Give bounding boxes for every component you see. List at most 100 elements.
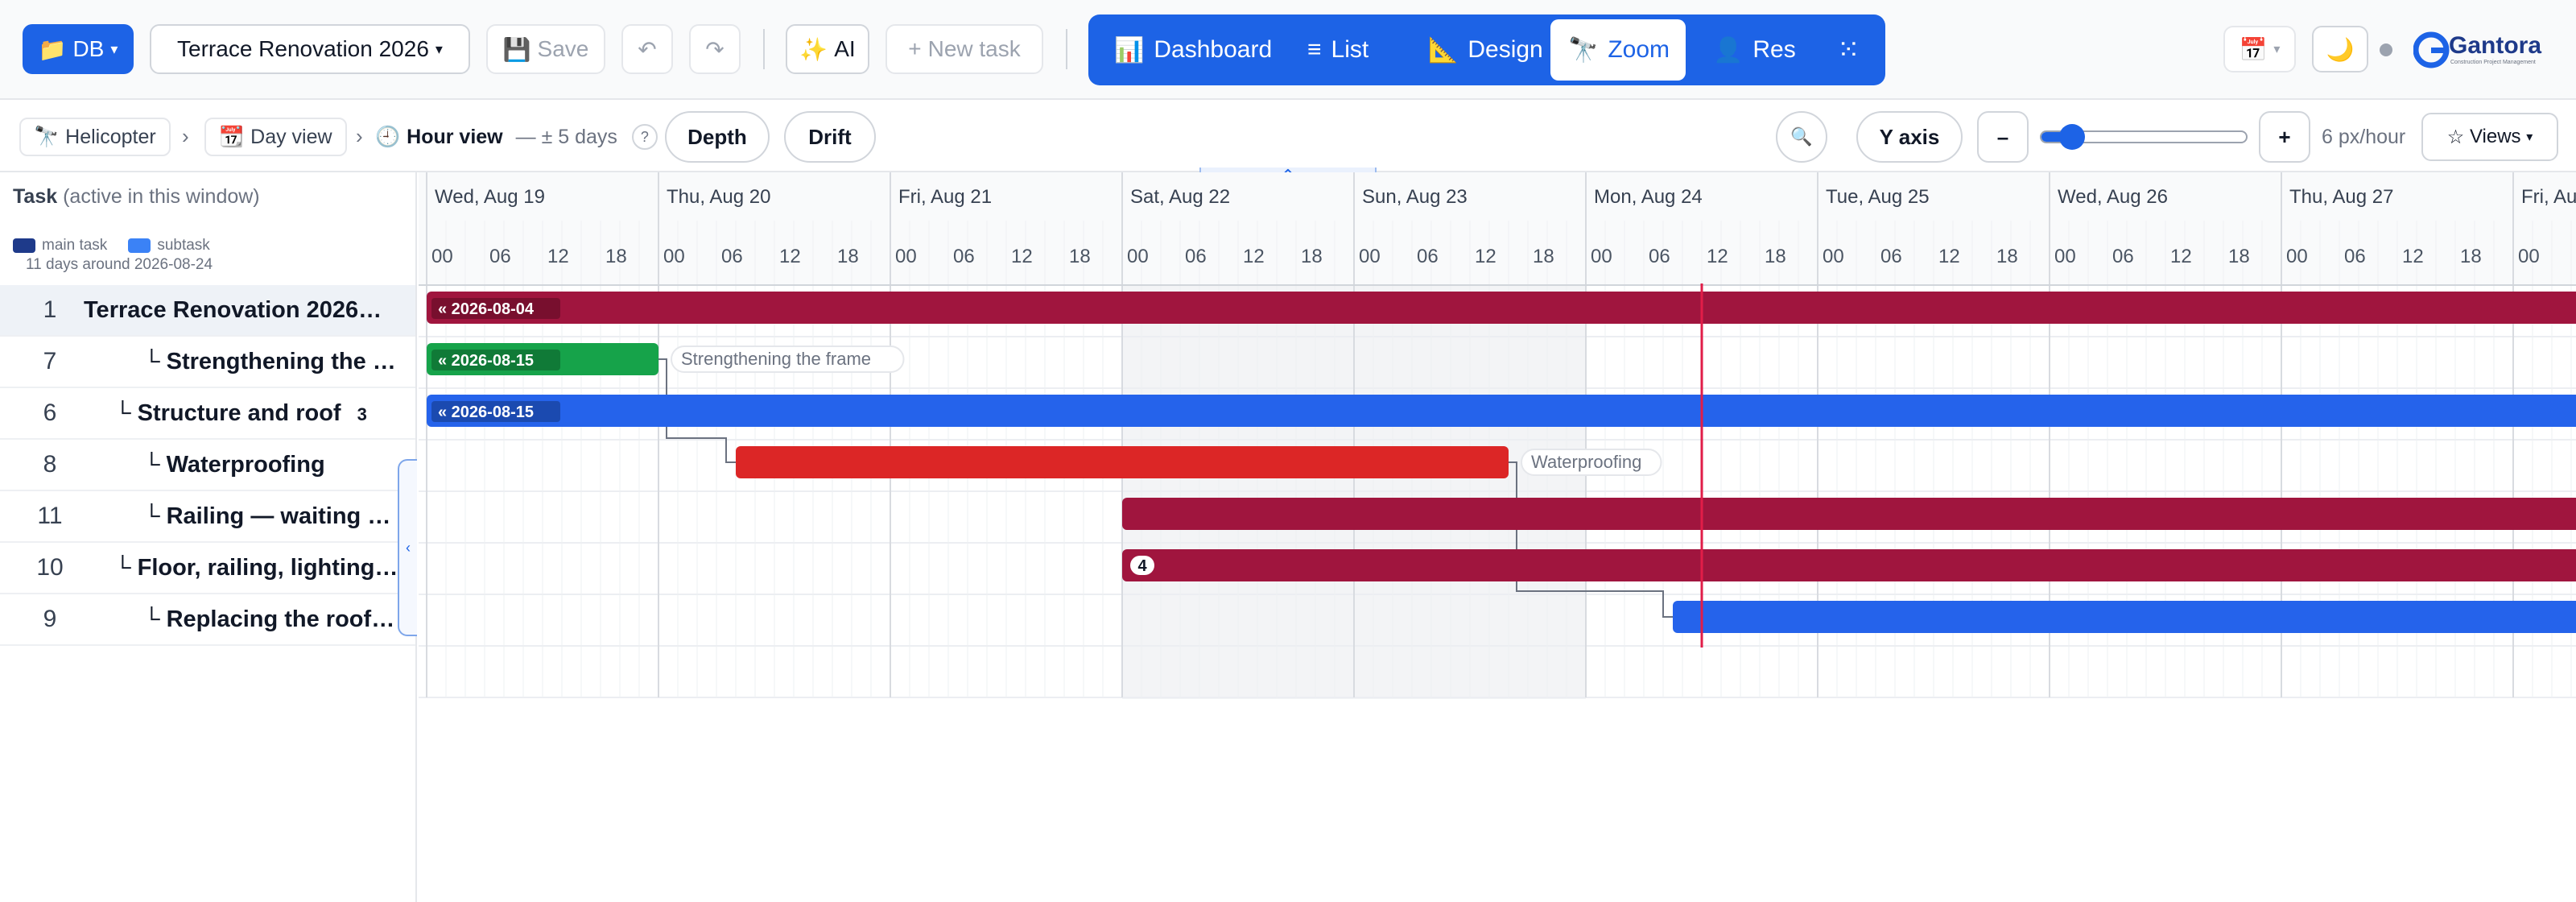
- tab-res[interactable]: 👤 Res: [1695, 19, 1814, 81]
- project-selector[interactable]: Terrace Renovation 2026 ▾: [150, 24, 470, 74]
- day-label: Tue, Aug 25: [1826, 186, 1930, 208]
- hour-label: 00: [1591, 246, 1612, 267]
- task-number: 11: [37, 503, 63, 529]
- hour-label: 12: [2402, 246, 2424, 267]
- task-name: └ Floor, railing, lighting 4: [114, 554, 399, 581]
- ruler-icon: 📐: [1428, 36, 1459, 64]
- help-icon[interactable]: ?: [631, 124, 658, 150]
- hour-label: 18: [2460, 246, 2482, 267]
- task-row[interactable]: 6 └ Structure and roof 3: [0, 388, 415, 440]
- chevron-down-icon: ▾: [2526, 130, 2533, 144]
- hour-label: 00: [663, 246, 685, 267]
- views-menu-button[interactable]: ☆ Views ▾: [2421, 113, 2558, 161]
- redo-icon: ↷: [705, 36, 724, 62]
- hour-label: 00: [2518, 246, 2540, 267]
- gantt-bar: [1122, 549, 2576, 581]
- bar-start-date: « 2026-08-15: [438, 403, 534, 421]
- hour-label: 00: [1359, 246, 1381, 267]
- star-icon: ☆: [2446, 126, 2465, 148]
- task-name: └ Railing — waiting on…: [143, 503, 399, 529]
- calendar-menu-button[interactable]: 📅 ▾: [2223, 26, 2296, 72]
- tab-design[interactable]: 📐 Design: [1410, 19, 1561, 81]
- gantt-bar: [736, 446, 1509, 478]
- task-number: 9: [43, 606, 57, 632]
- hour-label: 12: [779, 246, 801, 267]
- helicopter-crumb[interactable]: 🔭 Helicopter: [19, 118, 171, 156]
- hour-label: 00: [1127, 246, 1149, 267]
- apps-grid-button[interactable]: ⁙: [1819, 19, 1878, 81]
- hour-label: 12: [2170, 246, 2192, 267]
- toolbar-divider: [1066, 29, 1067, 69]
- floppy-icon: 💾: [502, 36, 531, 62]
- hour-view-crumb: 🕘 Hour view — ± 5 days ?: [375, 124, 658, 150]
- day-label: Thu, Aug 20: [667, 186, 770, 208]
- legend-sub-swatch: [128, 238, 151, 253]
- hour-label: 00: [431, 246, 453, 267]
- hour-label: 12: [1938, 246, 1960, 267]
- task-row[interactable]: 8 └ Waterproofing: [0, 440, 415, 491]
- day-label: Wed, Aug 26: [2058, 186, 2168, 208]
- subtask-count-badge: 3: [352, 403, 367, 424]
- task-row[interactable]: 10 └ Floor, railing, lighting 4: [0, 543, 415, 594]
- day-label: Wed, Aug 19: [435, 186, 545, 208]
- tab-list[interactable]: ≡ List: [1290, 19, 1386, 81]
- gantt-bar: [1673, 601, 2576, 633]
- zoom-slider-knob[interactable]: [2059, 124, 2086, 150]
- hour-label: 06: [1649, 246, 1670, 267]
- zoom-in-button[interactable]: +: [2259, 111, 2310, 163]
- calendar-icon: 📆: [219, 125, 245, 148]
- bar-chart-icon: 📊: [1114, 36, 1145, 64]
- zoom-out-button[interactable]: –: [1977, 111, 2029, 163]
- hour-label: 12: [547, 246, 569, 267]
- zoom-level: 6 px/hour: [2322, 126, 2406, 148]
- tab-dashboard[interactable]: 📊 Dashboard: [1096, 19, 1290, 81]
- task-row[interactable]: 7 └ Strengthening the fr…: [0, 337, 415, 388]
- hour-label: 18: [605, 246, 627, 267]
- person-icon: 👤: [1713, 36, 1744, 64]
- moon-icon: 🌙: [2326, 36, 2355, 62]
- bar-label: Strengthening the frame: [681, 349, 871, 369]
- brand-tagline: Construction Project Management: [2450, 60, 2536, 65]
- drift-button[interactable]: Drift: [784, 111, 876, 163]
- bar-start-date: « 2026-08-15: [438, 352, 534, 370]
- dark-mode-toggle[interactable]: 🌙: [2312, 26, 2368, 72]
- hour-label: 18: [1996, 246, 2018, 267]
- day-label: Thu, Aug 27: [2289, 186, 2393, 208]
- toolbar-divider: [763, 29, 765, 69]
- task-number: 7: [43, 348, 57, 374]
- chevron-down-icon: ▾: [435, 40, 443, 57]
- undo-button[interactable]: ↶: [621, 24, 673, 74]
- hour-label: 06: [489, 246, 511, 267]
- hour-label: 18: [1765, 246, 1786, 267]
- hour-label: 18: [1533, 246, 1554, 267]
- hour-label: 00: [2286, 246, 2308, 267]
- db-menu-button[interactable]: 📁 DB ▾: [23, 24, 134, 74]
- calendar-icon: 📅: [2239, 36, 2268, 62]
- brand-name: Gantora: [2449, 32, 2542, 59]
- top-toolbar: 📁 DB ▾ Terrace Renovation 2026 ▾ 💾 Save ↶ ↷ …: [0, 0, 2576, 100]
- collapse-panel-handle[interactable]: ‹: [398, 459, 417, 636]
- y-axis-button[interactable]: Y axis: [1856, 111, 1963, 163]
- db-label: DB: [72, 36, 105, 61]
- task-row[interactable]: 1 Terrace Renovation 2026…: [0, 285, 415, 337]
- chevron-down-icon: ▾: [110, 40, 118, 57]
- save-button[interactable]: 💾 Save: [486, 24, 605, 74]
- hour-label: 12: [1243, 246, 1265, 267]
- hour-label: 18: [1069, 246, 1091, 267]
- tab-zoom[interactable]: 🔭 Zoom: [1550, 19, 1686, 81]
- hour-label: 06: [1880, 246, 1902, 267]
- task-row[interactable]: 11 └ Railing — waiting on…: [0, 491, 415, 543]
- gantt-bar: [1122, 498, 2576, 530]
- task-row[interactable]: 9 └ Replacing the roof c…: [0, 594, 415, 646]
- telescope-icon: 🔭: [34, 125, 60, 148]
- search-button[interactable]: 🔍: [1776, 111, 1827, 163]
- zoom-slider[interactable]: [2040, 124, 2248, 150]
- redo-button[interactable]: ↷: [689, 24, 741, 74]
- new-task-button[interactable]: + New task: [886, 24, 1043, 74]
- day-label: Sun, Aug 23: [1362, 186, 1468, 208]
- day-view-crumb[interactable]: 📆 Day view: [204, 118, 347, 156]
- ai-button[interactable]: ✨ AI: [786, 24, 869, 74]
- depth-button[interactable]: Depth: [665, 111, 770, 163]
- chevron-down-icon: ▾: [2273, 43, 2281, 56]
- panel-header: Task (active in this window): [13, 185, 260, 208]
